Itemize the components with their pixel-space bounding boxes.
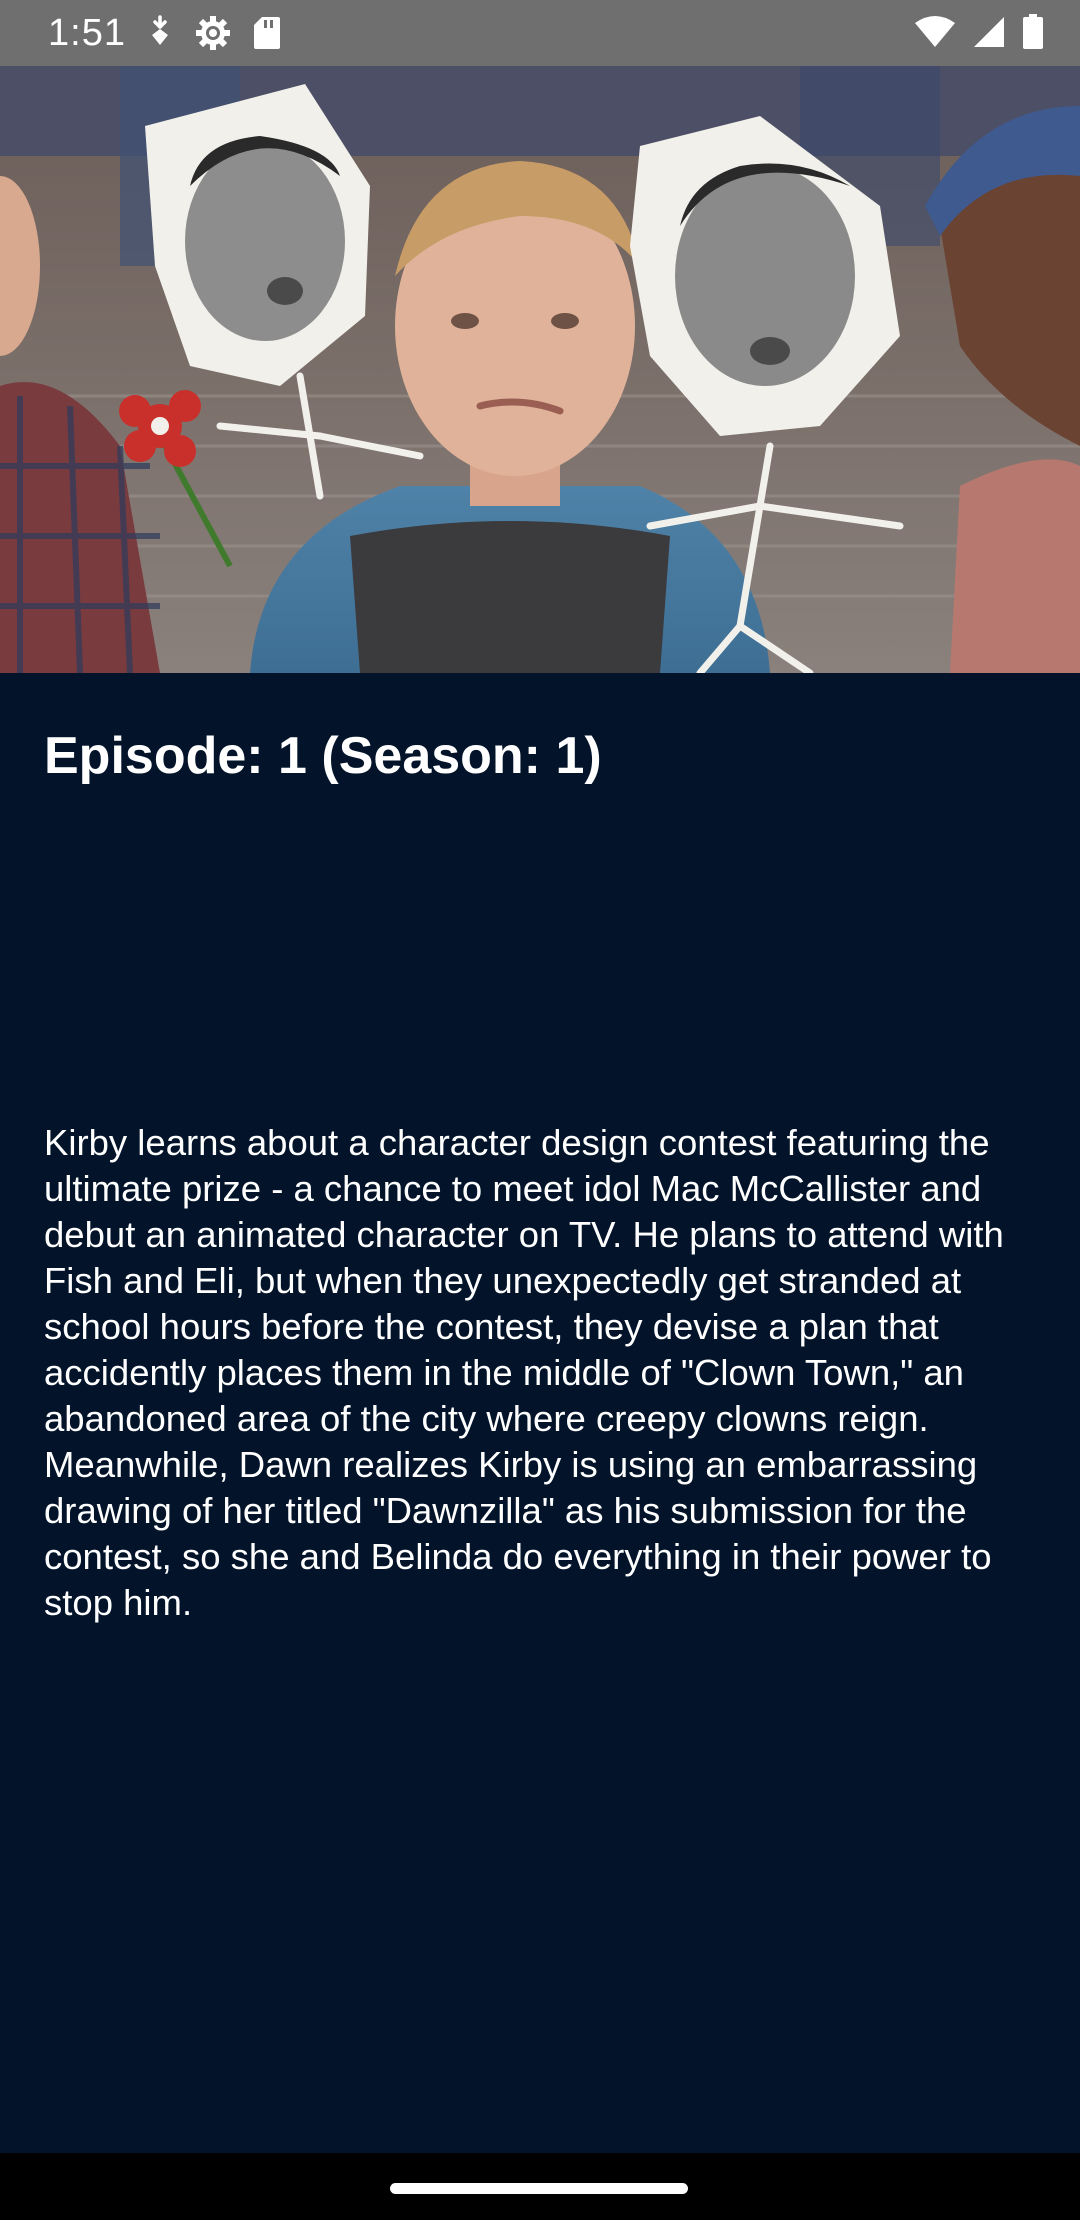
navigation-bar xyxy=(0,2153,1080,2220)
status-system-icons xyxy=(914,14,1044,50)
wifi-icon xyxy=(914,15,956,49)
status-time: 1:51 xyxy=(48,12,126,54)
data-saver-icon xyxy=(146,15,174,51)
status-notification-icons xyxy=(146,14,282,52)
episode-title: Episode: 1 (Season: 1) xyxy=(44,727,602,785)
status-bar: 1:51 xyxy=(0,0,1080,66)
settings-gear-icon xyxy=(194,14,232,52)
home-gesture-handle[interactable] xyxy=(390,2183,688,2194)
screen: 1:51 Episode: 1 (Season: 1) Kirby learns… xyxy=(0,0,1080,2220)
cellular-signal-icon xyxy=(972,15,1006,49)
episode-description: Kirby learns about a character design co… xyxy=(44,1122,1004,1623)
sd-card-icon xyxy=(252,15,282,51)
episode-hero-image xyxy=(0,66,1080,673)
battery-icon xyxy=(1022,14,1044,50)
